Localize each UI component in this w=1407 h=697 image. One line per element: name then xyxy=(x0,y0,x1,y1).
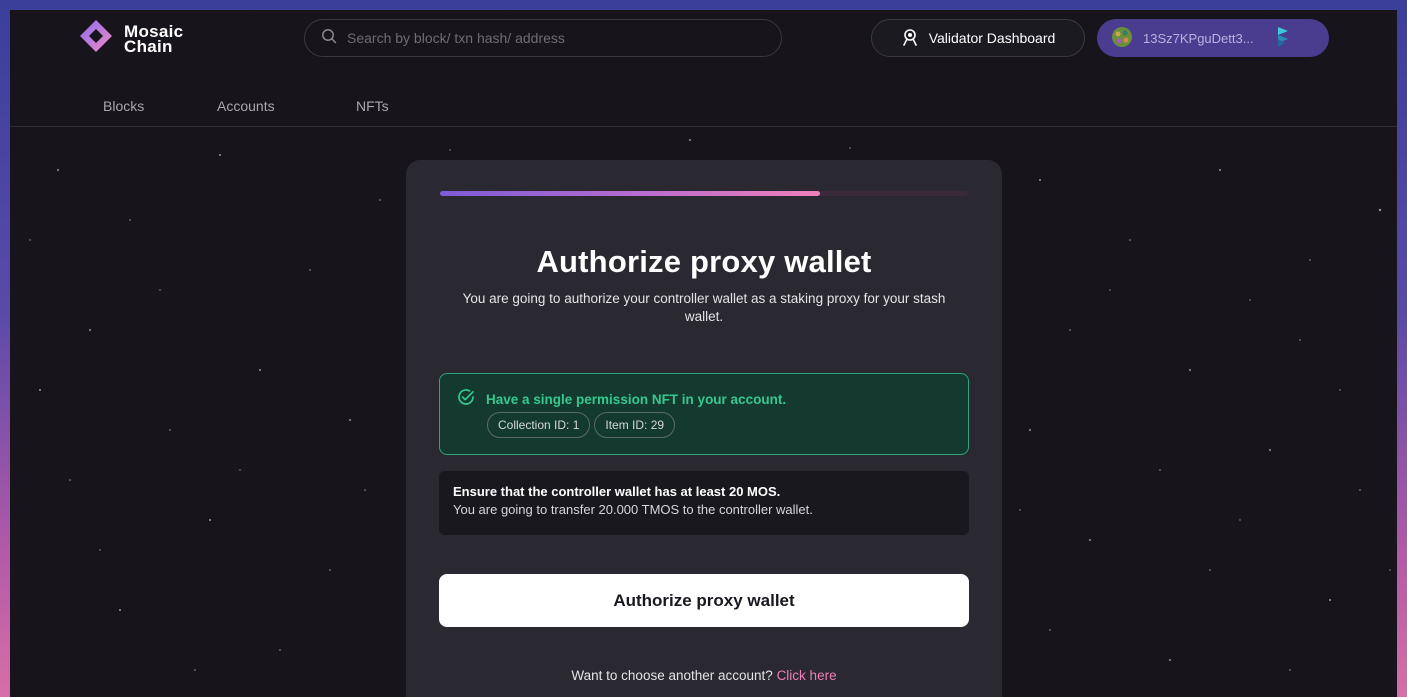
nav-item-nfts[interactable]: NFTs xyxy=(356,98,389,114)
progress-bar xyxy=(440,191,968,196)
permission-header: Have a single permission NFT in your acc… xyxy=(456,387,786,412)
click-here-link[interactable]: Click here xyxy=(777,668,837,683)
authorize-proxy-wallet-button[interactable]: Authorize proxy wallet xyxy=(439,574,969,627)
account-address: 13Sz7KPguDett3... xyxy=(1143,30,1254,46)
search-bar[interactable] xyxy=(304,19,782,57)
info-transfer-text: You are going to transfer 20.000 TMOS to… xyxy=(453,502,813,517)
mosaic-chain-logo[interactable]: Mosaic Chain xyxy=(78,18,183,59)
window-frame: Mosaic Chain Validator Dashboar xyxy=(0,0,1407,697)
page-subtitle: You are going to authorize your controll… xyxy=(462,291,946,324)
validator-person-icon xyxy=(901,28,919,49)
item-id-chip: Item ID: 29 xyxy=(594,412,676,438)
search-icon xyxy=(321,28,337,49)
collection-id-chip: Collection ID: 1 xyxy=(487,412,591,438)
choose-another-account: Want to choose another account? Click he… xyxy=(406,668,1002,683)
app-screen: Mosaic Chain Validator Dashboar xyxy=(10,10,1397,697)
account-button[interactable]: 13Sz7KPguDett3... xyxy=(1097,19,1329,57)
search-input[interactable] xyxy=(345,29,769,47)
validator-dashboard-button[interactable]: Validator Dashboard xyxy=(871,19,1085,57)
validator-dashboard-label: Validator Dashboard xyxy=(928,30,1056,46)
progress-bar-fill xyxy=(440,191,821,196)
check-circle-icon xyxy=(456,387,476,412)
logo-wordmark: Mosaic Chain xyxy=(124,23,183,56)
polkadot-badge-icon xyxy=(1276,26,1290,50)
mosaic-diamond-icon xyxy=(78,18,114,59)
choose-another-prompt: Want to choose another account? xyxy=(571,668,773,683)
nav-item-blocks[interactable]: Blocks xyxy=(103,98,144,114)
permission-text: Have a single permission NFT in your acc… xyxy=(486,392,787,407)
transfer-info-box: Ensure that the controller wallet has at… xyxy=(439,471,969,535)
permission-requirement-box: Have a single permission NFT in your acc… xyxy=(439,373,969,455)
info-requirement-text: Ensure that the controller wallet has at… xyxy=(453,484,781,499)
authorize-card: Authorize proxy wallet You are going to … xyxy=(406,160,1002,697)
logo-line-2: Chain xyxy=(124,36,173,56)
header-divider xyxy=(10,126,1397,127)
account-avatar-icon xyxy=(1111,26,1133,51)
permission-chips: Collection ID: 1 Item ID: 29 xyxy=(487,412,679,438)
nav-item-accounts[interactable]: Accounts xyxy=(217,98,275,114)
page-title: Authorize proxy wallet xyxy=(536,244,872,279)
